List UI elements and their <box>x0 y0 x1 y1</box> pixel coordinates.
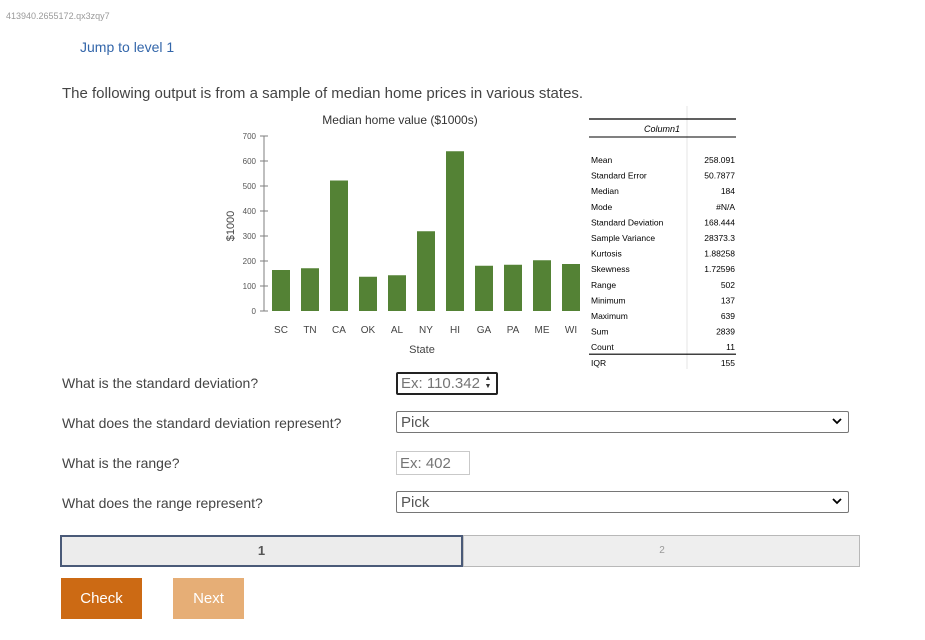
chart-x-axis-label: State <box>409 344 435 356</box>
stats-row-value: 168.444 <box>704 217 735 227</box>
stats-row-value: 639 <box>721 311 735 321</box>
stats-row-value: 184 <box>721 186 735 196</box>
question-intro: The following output is from a sample of… <box>62 85 584 102</box>
next-button[interactable]: Next <box>173 578 244 619</box>
stats-row-label: Mean <box>591 155 613 165</box>
chart-bar-ga <box>475 265 493 311</box>
stats-row-value: 28373.3 <box>704 233 735 243</box>
chevron-down-icon <box>832 418 842 425</box>
stats-row-value: 1.72596 <box>704 264 735 274</box>
stats-row-value: 1.88258 <box>704 249 735 259</box>
chart-x-tick-label: NY <box>419 325 433 336</box>
stats-row-label: Maximum <box>591 311 628 321</box>
chart-y-tick-label: 100 <box>243 282 257 291</box>
stats-row-value: 137 <box>721 295 735 305</box>
jump-to-level-link[interactable]: Jump to level 1 <box>80 39 174 55</box>
range-meaning-select[interactable]: Pick <box>396 491 849 513</box>
stats-row-label: Skewness <box>591 264 630 274</box>
session-id: 413940.2655172.qx3zqy7 <box>6 11 110 21</box>
stats-row-value: 155 <box>721 358 735 368</box>
stats-row-value: 2839 <box>716 327 735 337</box>
chart-bar-hi <box>446 151 464 311</box>
stats-row-value: #N/A <box>716 202 735 212</box>
chart-y-tick-label: 300 <box>243 232 257 241</box>
chart-x-tick-label: AL <box>391 325 404 336</box>
question-standard-deviation: What is the standard deviation? <box>62 375 259 391</box>
stats-row-value: 502 <box>721 280 735 290</box>
chevron-down-icon <box>832 498 842 505</box>
chart-x-tick-label: SC <box>274 325 288 336</box>
stats-row-label: Standard Error <box>591 171 647 181</box>
chart-x-tick-label: ME <box>535 325 550 336</box>
bar-chart: Median home value ($1000s) State $1000 S… <box>225 113 580 356</box>
stats-row-value: 258.091 <box>704 155 735 165</box>
chart-x-tick-label: TN <box>303 325 316 336</box>
stats-row-label: Median <box>591 186 619 196</box>
chart-y-axis-label: $1000 <box>225 211 237 242</box>
chart-y-tick-label: 400 <box>243 207 257 216</box>
stats-table-header: Column1 <box>644 124 680 134</box>
stats-row-label: Count <box>591 342 614 352</box>
chart-bar-me <box>533 260 551 311</box>
standard-deviation-meaning-select[interactable]: Pick <box>396 411 849 433</box>
stats-row-label: Sum <box>591 327 608 337</box>
chart-bar-ca <box>330 180 348 311</box>
chart-x-tick-label: GA <box>477 325 492 336</box>
chart-y-tick-label: 600 <box>243 157 257 166</box>
chart-x-tick-label: PA <box>507 325 520 336</box>
stats-row-label: Sample Variance <box>591 233 655 243</box>
select-value: Pick <box>401 494 430 511</box>
level-2-segment[interactable]: 2 <box>463 536 860 566</box>
stats-row-label: Mode <box>591 202 613 212</box>
question-range-meaning: What does the range represent? <box>62 495 263 511</box>
stats-row-label: Range <box>591 280 616 290</box>
level-1-segment[interactable]: 1 <box>60 535 463 567</box>
chart-bar-wi <box>562 264 580 311</box>
descriptive-stats-table: Column1 Mean 258.091 Standard Error 50.7877… <box>589 106 736 369</box>
chart-bar-ny <box>417 231 435 311</box>
stats-row-label: Kurtosis <box>591 249 622 259</box>
chart-x-tick-label: HI <box>450 325 460 336</box>
stats-row-label: Minimum <box>591 295 625 305</box>
chart-x-tick-label: CA <box>332 325 346 336</box>
stats-row-label: Standard Deviation <box>591 217 664 227</box>
question-range: What is the range? <box>62 455 180 471</box>
chart-y-tick-label: 0 <box>252 307 257 316</box>
chart-bar-sc <box>272 270 290 311</box>
chart-bar-ok <box>359 276 377 311</box>
range-input[interactable] <box>396 451 470 475</box>
chart-bar-tn <box>301 268 319 311</box>
number-stepper-icon[interactable]: ▲ ▼ <box>482 375 494 392</box>
question-standard-deviation-meaning: What does the standard deviation represe… <box>62 415 342 431</box>
select-value: Pick <box>401 414 430 431</box>
chart-bar-pa <box>504 264 522 311</box>
stats-row-value: 50.7877 <box>704 171 735 181</box>
chart-x-tick-label: OK <box>361 325 376 336</box>
chart-title: Median home value ($1000s) <box>322 113 477 127</box>
chart-bar-al <box>388 275 406 311</box>
stats-row-value: 11 <box>726 342 735 352</box>
chart-y-tick-label: 200 <box>243 257 257 266</box>
chart-x-tick-label: WI <box>565 325 577 336</box>
check-button[interactable]: Check <box>61 578 142 619</box>
stats-row-label: IQR <box>591 358 606 368</box>
chart-y-tick-label: 500 <box>243 182 257 191</box>
chart-y-tick-label: 700 <box>243 132 257 141</box>
